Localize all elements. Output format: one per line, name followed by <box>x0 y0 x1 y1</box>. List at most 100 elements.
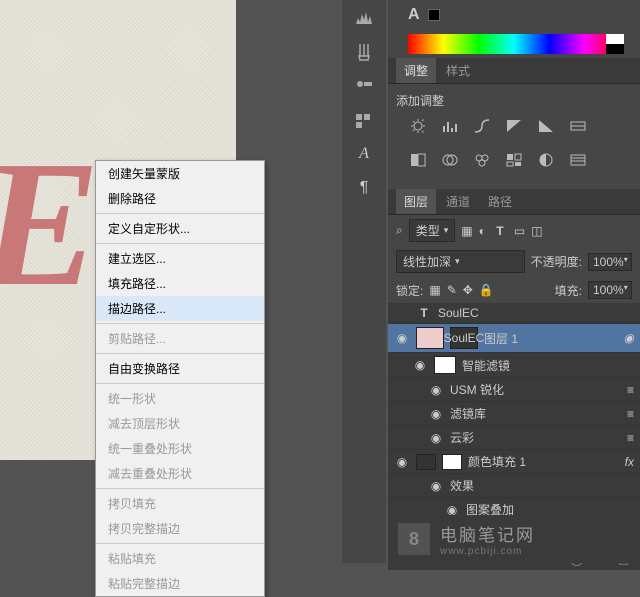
right-panels: A 调整 样式 添加调整 图层 通道 路径 ⌕ 类型 <box>388 0 640 563</box>
layer-name: 颜色填充 1 <box>468 453 526 470</box>
exposure-icon[interactable] <box>504 117 524 135</box>
filter-options-icon[interactable]: ≡ <box>627 407 634 421</box>
context-item[interactable]: 描边路径... <box>96 296 264 321</box>
foreground-color-swatch[interactable] <box>428 9 440 21</box>
fill-label: 填充: <box>555 282 582 299</box>
layer-colorfill[interactable]: ◉ 颜色填充 1 fx <box>388 450 640 474</box>
blend-mode-dropdown[interactable]: 线性加深 <box>396 250 525 273</box>
lock-transparency-icon[interactable]: ▦ <box>429 283 440 297</box>
opacity-label: 不透明度: <box>531 253 582 270</box>
layers-list: T SoulEC ◉ SoulEC 图层 1 ◉ ◉ 智能滤镜 ◉ USM 锐化… <box>388 303 640 547</box>
filter-shape-icon[interactable]: ▭ <box>514 224 525 238</box>
context-item: 粘贴完整描边 <box>96 571 264 596</box>
lock-label: 锁定: <box>396 282 423 299</box>
watermark-logo-icon: 8 <box>398 523 430 555</box>
visibility-icon[interactable]: ◉ <box>428 479 444 493</box>
context-item[interactable]: 填充路径... <box>96 271 264 296</box>
filter-type-dropdown[interactable]: 类型 <box>409 219 456 242</box>
watermark-footer: 8 电脑笔记网 www.pcbiji.com <box>388 515 640 563</box>
brush-presets-icon[interactable] <box>350 76 378 96</box>
invert-icon[interactable] <box>536 151 556 169</box>
lock-all-icon[interactable]: 🔒 <box>479 283 494 297</box>
filter-options-icon[interactable]: ≡ <box>627 383 634 397</box>
levels-icon[interactable] <box>440 117 460 135</box>
opacity-input[interactable]: 100% <box>588 253 632 271</box>
filter-mask-thumb <box>434 356 456 374</box>
layer-name: 效果 <box>450 477 474 494</box>
paragraph-icon[interactable]: ¶ <box>350 178 378 198</box>
tab-paths[interactable]: 路径 <box>480 189 520 214</box>
tab-channels[interactable]: 通道 <box>438 189 478 214</box>
visibility-icon[interactable]: ◉ <box>394 331 410 345</box>
hue-icon[interactable] <box>568 117 588 135</box>
tab-layers[interactable]: 图层 <box>396 189 436 214</box>
layer-smartfilters[interactable]: ◉ 智能滤镜 <box>388 353 640 378</box>
filter-pixel-icon[interactable]: ▦ <box>461 224 472 238</box>
context-item: 粘贴填充 <box>96 546 264 571</box>
fx-icon[interactable]: fx <box>625 455 634 469</box>
curves-icon[interactable] <box>472 117 492 135</box>
context-item: 拷贝填充 <box>96 491 264 516</box>
watermark-url: www.pcbiji.com <box>440 546 535 557</box>
layer-effects[interactable]: ◉ 效果 <box>388 474 640 498</box>
context-item[interactable]: 建立选区... <box>96 246 264 271</box>
context-item[interactable]: 删除路径 <box>96 186 264 211</box>
layer-name: 图层 1 <box>484 330 518 347</box>
filter-options-icon[interactable]: ≡ <box>627 431 634 445</box>
smart-object-thumb: SoulEC <box>450 327 478 349</box>
text-layer-icon: T <box>416 306 432 320</box>
lock-pixels-icon[interactable]: ✎ <box>447 283 457 297</box>
lock-fill-row: 锁定: ▦ ✎ ✥ 🔒 填充: 100% <box>388 277 640 303</box>
visibility-icon[interactable]: ◉ <box>428 407 444 421</box>
color-spectrum[interactable] <box>408 34 620 54</box>
type-color-icon[interactable]: A <box>408 6 420 24</box>
layer-filter-row: ⌕ 类型 ▦ ◐ T ▭ ◫ <box>388 215 640 246</box>
visibility-icon[interactable]: ◉ <box>428 383 444 397</box>
watermark-title: 电脑笔记网 <box>440 521 535 546</box>
color-topbar: A <box>388 0 640 30</box>
context-item: 拷贝完整描边 <box>96 516 264 541</box>
swatches-icon[interactable] <box>350 110 378 130</box>
filter-adjust-icon[interactable]: ◐ <box>479 224 486 238</box>
visibility-icon[interactable]: ◉ <box>428 431 444 445</box>
adjustment-icons-row2 <box>396 143 632 177</box>
photo-filter-icon[interactable] <box>440 151 460 169</box>
context-item[interactable]: 自由变换路径 <box>96 356 264 381</box>
histogram-icon[interactable] <box>350 8 378 28</box>
filter-text-icon[interactable]: T <box>492 224 508 238</box>
posterize-icon[interactable] <box>568 151 588 169</box>
brightness-icon[interactable] <box>408 117 428 135</box>
filter-smart-icon[interactable]: ◫ <box>531 224 542 238</box>
visibility-icon[interactable]: ◉ <box>412 358 428 372</box>
layer-filter-gallery[interactable]: ◉ 滤镜库 ≡ <box>388 402 640 426</box>
context-item: 减去顶层形状 <box>96 411 264 436</box>
fill-input[interactable]: 100% <box>588 281 632 299</box>
search-icon[interactable]: ⌕ <box>396 223 403 238</box>
adjustments-section: 添加调整 <box>388 84 640 185</box>
layers-tabs: 图层 通道 路径 <box>388 189 640 215</box>
layer-name: 滤镜库 <box>450 405 486 422</box>
smart-filter-indicator-icon[interactable]: ◉ <box>624 331 634 345</box>
visibility-icon[interactable]: ◉ <box>394 455 410 469</box>
lock-position-icon[interactable]: ✥ <box>463 283 473 297</box>
layer-thumb <box>416 327 444 349</box>
context-item[interactable]: 定义自定形状... <box>96 216 264 241</box>
blend-opacity-row: 线性加深 不透明度: 100% <box>388 246 640 277</box>
add-adjustment-label: 添加调整 <box>396 92 632 109</box>
vibrance-icon[interactable] <box>536 117 556 135</box>
tab-adjustments[interactable]: 调整 <box>396 58 436 83</box>
color-lookup-icon[interactable] <box>504 151 524 169</box>
bw-icon[interactable] <box>408 151 428 169</box>
layer-usm[interactable]: ◉ USM 锐化 ≡ <box>388 378 640 402</box>
layer-text-soulec[interactable]: T SoulEC <box>388 303 640 324</box>
character-icon[interactable]: A <box>350 144 378 164</box>
path-context-menu: 创建矢量蒙版删除路径定义自定形状... 建立选区...填充路径...描边路径...… <box>95 160 265 597</box>
layer-name: 智能滤镜 <box>462 357 510 374</box>
layer-layer1[interactable]: ◉ SoulEC 图层 1 ◉ <box>388 324 640 353</box>
tab-styles[interactable]: 样式 <box>438 58 478 83</box>
context-item: 剪贴路径... <box>96 326 264 351</box>
brushes-icon[interactable] <box>350 42 378 62</box>
layer-clouds[interactable]: ◉ 云彩 ≡ <box>388 426 640 450</box>
channel-mixer-icon[interactable] <box>472 151 492 169</box>
context-item[interactable]: 创建矢量蒙版 <box>96 161 264 186</box>
